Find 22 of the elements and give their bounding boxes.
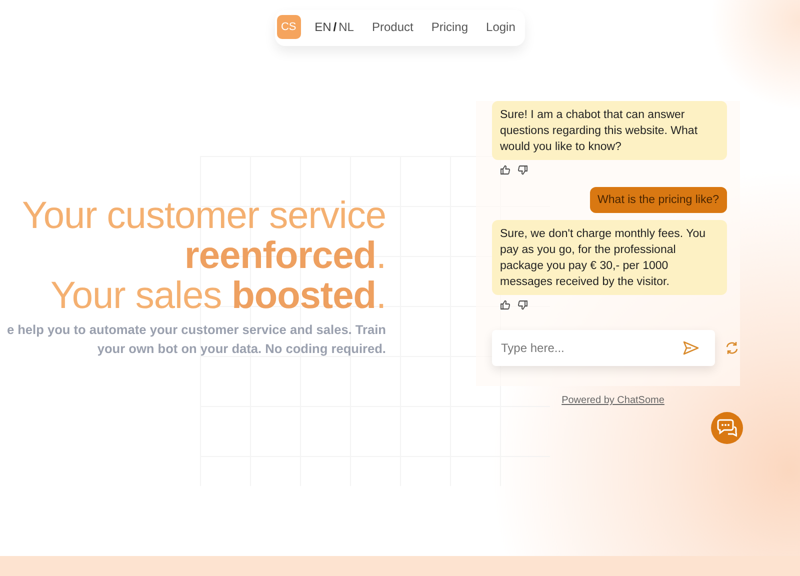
headline: Your customer service reenforced. Your sales boosted. [20, 196, 386, 316]
bot-message: Sure, we don't charge monthly fees. You pay as you go, for the professional package you pay € 30,- per 1000 messages received by the visitor. [492, 220, 727, 295]
thumbs-up-icon[interactable] [500, 165, 510, 175]
user-message: What is the pricing like? [590, 187, 727, 213]
refresh-icon[interactable] [725, 341, 739, 355]
send-icon[interactable] [683, 341, 699, 355]
message-input-field[interactable]: Type here... [492, 330, 715, 366]
chat-bubbles-icon [717, 419, 737, 437]
message-input[interactable]: Type here... [499, 340, 683, 356]
nav-link[interactable]: Login [486, 20, 516, 34]
nav-link[interactable]: Pricing [431, 20, 468, 34]
language-separator: / [333, 20, 337, 34]
powered-by-link[interactable]: Powered by ChatSome [562, 395, 664, 406]
language-link[interactable]: NL [338, 20, 354, 34]
thumbs-down-icon[interactable] [518, 165, 528, 175]
subtitle: e help you to automate your customer service and sales. Train your own bot on your data. No coding required. [6, 321, 386, 358]
nav-link[interactable]: Product [372, 20, 414, 34]
thumbs-up-icon[interactable] [500, 300, 510, 310]
thumbs-down-icon[interactable] [518, 300, 528, 310]
language-link[interactable]: EN [314, 20, 332, 34]
bot-message: Sure! I am a chabot that can answer questions regarding this website. What would you like to know? [492, 101, 727, 160]
chat-launcher-button[interactable] [711, 412, 743, 444]
